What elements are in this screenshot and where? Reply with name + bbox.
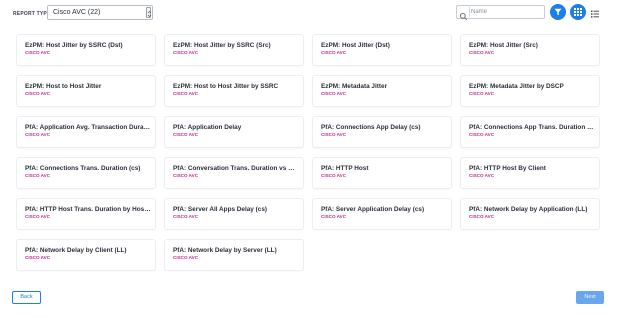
report-card-subtitle: CISCO AVC	[469, 50, 495, 55]
report-card-title: PfA: Server All Apps Delay (cs)	[173, 206, 267, 213]
report-card-subtitle: CISCO AVC	[25, 214, 51, 219]
report-card-title: EzPM: Host to Host Jitter	[25, 83, 102, 90]
report-card-subtitle: CISCO AVC	[173, 255, 199, 260]
report-card[interactable]: EzPM: Host Jitter by SSRC (Src) CISCO AV…	[165, 35, 303, 65]
report-card[interactable]: PfA: Network Delay by Client (LL) CISCO …	[17, 240, 155, 270]
report-card-subtitle: CISCO AVC	[173, 132, 199, 137]
report-card[interactable]: EzPM: Host to Host Jitter CISCO AVC	[17, 76, 155, 106]
search-icon	[459, 8, 468, 21]
report-card-subtitle: CISCO AVC	[173, 173, 199, 178]
report-card-title: PfA: Application Avg. Transaction Durati…	[25, 124, 151, 131]
report-card-subtitle: CISCO AVC	[25, 91, 51, 96]
report-card[interactable]: PfA: Network Delay by Application (LL) C…	[461, 199, 599, 229]
report-card-title: EzPM: Host Jitter by SSRC (Src)	[173, 42, 271, 49]
report-card[interactable]: PfA: HTTP Host CISCO AVC	[313, 158, 451, 188]
report-card-subtitle: CISCO AVC	[321, 132, 347, 137]
report-card-title: PfA: HTTP Host Trans. Duration by Host (…	[25, 206, 151, 213]
report-card-title: PfA: HTTP Host	[321, 165, 369, 172]
report-card[interactable]: EzPM: Host to Host Jitter by SSRC CISCO …	[165, 76, 303, 106]
report-card-subtitle: CISCO AVC	[25, 132, 51, 137]
report-card[interactable]: PfA: Connections App Trans. Duration (cs…	[461, 117, 599, 147]
report-type-select[interactable]: Cisco AVC (22)	[47, 5, 153, 20]
report-card-subtitle: CISCO AVC	[469, 173, 495, 178]
report-card-subtitle: CISCO AVC	[25, 50, 51, 55]
search-divider	[469, 7, 470, 17]
report-card[interactable]: PfA: HTTP Host By Client CISCO AVC	[461, 158, 599, 188]
filter-button[interactable]	[550, 4, 566, 20]
report-card-title: PfA: Network Delay by Client (LL)	[25, 247, 127, 254]
report-card[interactable]: PfA: Application Delay CISCO AVC	[165, 117, 303, 147]
report-card-title: PfA: Conversation Trans. Duration vs Ret…	[173, 165, 299, 172]
report-card-title: PfA: Network Delay by Application (LL)	[469, 206, 588, 213]
report-card-subtitle: CISCO AVC	[469, 214, 495, 219]
report-card-subtitle: CISCO AVC	[321, 91, 347, 96]
report-card-title: PfA: Application Delay	[173, 124, 242, 131]
list-view-icon	[590, 6, 600, 23]
report-card-title: PfA: Connections App Trans. Duration (cs…	[469, 124, 595, 131]
report-card-subtitle: CISCO AVC	[321, 173, 347, 178]
report-card-subtitle: CISCO AVC	[173, 214, 199, 219]
report-card-title: PfA: HTTP Host By Client	[469, 165, 546, 172]
select-arrows-icon	[146, 7, 152, 18]
report-card-subtitle: CISCO AVC	[321, 214, 347, 219]
report-card[interactable]: EzPM: Host Jitter (Dst) CISCO AVC	[313, 35, 451, 65]
next-button[interactable]: Next	[576, 291, 604, 304]
report-card[interactable]: PfA: Server Application Delay (cs) CISCO…	[313, 199, 451, 229]
report-card[interactable]: PfA: Conversation Trans. Duration vs Ret…	[165, 158, 303, 188]
report-card-title: PfA: Network Delay by Server (LL)	[173, 247, 277, 254]
report-card-title: PfA: Connections Trans. Duration (cs)	[25, 165, 141, 172]
report-card-title: EzPM: Host Jitter by SSRC (Dst)	[25, 42, 123, 49]
report-card[interactable]: PfA: Network Delay by Server (LL) CISCO …	[165, 240, 303, 270]
report-card[interactable]: EzPM: Host Jitter by SSRC (Dst) CISCO AV…	[17, 35, 155, 65]
report-card[interactable]: EzPM: Metadata Jitter CISCO AVC	[313, 76, 451, 106]
report-card-title: EzPM: Host Jitter (Src)	[469, 42, 538, 49]
report-card-title: EzPM: Host Jitter (Dst)	[321, 42, 390, 49]
report-card-subtitle: CISCO AVC	[173, 91, 199, 96]
report-card-subtitle: CISCO AVC	[25, 255, 51, 260]
report-card[interactable]: PfA: Connections App Delay (cs) CISCO AV…	[313, 117, 451, 147]
report-card-title: PfA: Server Application Delay (cs)	[321, 206, 425, 213]
report-card[interactable]: PfA: Connections Trans. Duration (cs) CI…	[17, 158, 155, 188]
report-card-subtitle: CISCO AVC	[173, 50, 199, 55]
report-type-value: Cisco AVC (22)	[53, 9, 101, 16]
report-card-title: PfA: Connections App Delay (cs)	[321, 124, 421, 131]
grid-view-button[interactable]	[570, 4, 586, 20]
report-card[interactable]: PfA: Application Avg. Transaction Durati…	[17, 117, 155, 147]
list-view-button[interactable]	[590, 6, 602, 18]
report-card-subtitle: CISCO AVC	[321, 50, 347, 55]
report-card-title: EzPM: Host to Host Jitter by SSRC	[173, 83, 279, 90]
report-card-subtitle: CISCO AVC	[469, 132, 495, 137]
report-card-subtitle: CISCO AVC	[25, 173, 51, 178]
report-card-subtitle: CISCO AVC	[469, 91, 495, 96]
search-box	[456, 5, 545, 21]
report-card[interactable]: EzPM: Metadata Jitter by DSCP CISCO AVC	[461, 76, 599, 106]
report-card[interactable]: EzPM: Host Jitter (Src) CISCO AVC	[461, 35, 599, 65]
toolbar: REPORT TYPE: Cisco AVC (22)	[0, 4, 620, 24]
report-card[interactable]: PfA: Server All Apps Delay (cs) CISCO AV…	[165, 199, 303, 229]
back-button[interactable]: Back	[12, 291, 41, 304]
report-card-title: EzPM: Metadata Jitter by DSCP	[469, 83, 564, 90]
report-card[interactable]: PfA: HTTP Host Trans. Duration by Host (…	[17, 199, 155, 229]
search-input[interactable]	[471, 7, 541, 17]
report-card-title: EzPM: Metadata Jitter	[321, 83, 388, 90]
